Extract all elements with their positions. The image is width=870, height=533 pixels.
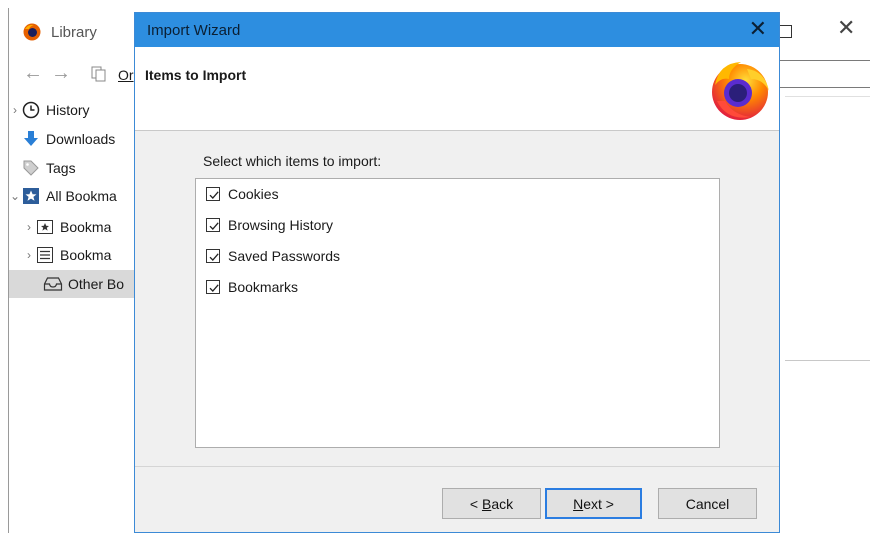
checkmark-icon [209, 191, 219, 199]
sidebar-item-5[interactable]: › Bookma [9, 241, 135, 269]
dialog-header: Items to Import [135, 47, 779, 131]
checkbox[interactable] [206, 249, 220, 263]
next-button[interactable]: Next > [545, 488, 642, 519]
divider [785, 96, 870, 97]
checkmark-icon [209, 284, 219, 292]
library-search-input[interactable] [779, 60, 870, 88]
sidebar-item-4[interactable]: › Bookma [9, 213, 135, 241]
tag-icon [21, 159, 41, 177]
footer-divider [135, 466, 779, 467]
library-close-icon[interactable]: ✕ [837, 16, 855, 41]
sidebar-item-3[interactable]: ⌄ All Bookma [9, 182, 135, 210]
checkbox[interactable] [206, 280, 220, 294]
import-items-list: Cookies Browsing History Saved Passwords Bo… [195, 178, 720, 448]
cancel-button[interactable]: Cancel [658, 488, 757, 519]
dialog-title: Import Wizard [147, 22, 241, 39]
checkmark-icon [209, 253, 219, 261]
back-button[interactable]: < Back [442, 488, 541, 519]
organize-icon [91, 66, 106, 82]
back-button-prefix: < [469, 495, 482, 512]
import-item[interactable]: Bookmarks [206, 276, 298, 298]
import-item[interactable]: Cookies [206, 183, 279, 205]
firefox-logo-icon [23, 23, 41, 41]
bookmarks-star-icon [21, 187, 41, 205]
firefox-logo-icon [712, 62, 769, 120]
import-item-label: Cookies [228, 186, 279, 202]
chevron-right-icon[interactable]: › [23, 248, 35, 262]
chevron-right-icon[interactable]: › [9, 103, 21, 117]
download-arrow-icon [21, 130, 41, 148]
import-item[interactable]: Browsing History [206, 214, 333, 236]
import-item-label: Browsing History [228, 217, 334, 233]
import-item[interactable]: Saved Passwords [206, 245, 340, 267]
sidebar-item-label: Tags [46, 160, 76, 176]
sidebar-item-label: Other Bo [68, 276, 125, 292]
sidebar-item-2[interactable]: Tags [9, 154, 135, 182]
sidebar-item-1[interactable]: Downloads [9, 125, 135, 153]
bookmark-menu-icon [35, 246, 55, 264]
chevron-right-icon[interactable]: › [23, 220, 35, 234]
next-button-accel: N [573, 495, 584, 512]
bookmark-toolbar-icon [35, 218, 55, 236]
back-button-accel: B [481, 495, 492, 512]
sidebar-item-label: Bookma [60, 247, 112, 263]
dialog-close-icon[interactable]: ✕ [749, 17, 767, 42]
import-item-label: Bookmarks [228, 279, 299, 295]
sidebar-item-label: Downloads [46, 131, 116, 147]
chevron-down-icon[interactable]: ⌄ [9, 189, 21, 203]
maximize-icon[interactable] [779, 25, 792, 38]
organize-menu[interactable]: Or [118, 67, 134, 83]
clock-icon [21, 101, 41, 119]
back-button-rest: ack [491, 495, 514, 512]
back-arrow-icon[interactable]: ← [23, 62, 43, 85]
divider [785, 360, 870, 361]
next-button-rest: ext > [583, 495, 614, 512]
dialog-titlebar: Import Wizard ✕ [135, 13, 779, 47]
sidebar-item-6[interactable]: Other Bo [9, 270, 135, 298]
checkbox[interactable] [206, 218, 220, 232]
sidebar-item-label: History [46, 102, 90, 118]
sidebar-item-0[interactable]: › History [9, 96, 135, 124]
import-wizard-dialog: Import Wizard ✕ Items to Import Select w… [134, 12, 780, 533]
instruction-label: Select which items to import: [203, 153, 382, 169]
checkmark-icon [209, 222, 219, 230]
page-heading: Items to Import [145, 67, 247, 83]
forward-arrow-icon[interactable]: → [51, 62, 71, 85]
checkbox[interactable] [206, 187, 220, 201]
sidebar-item-label: Bookma [60, 219, 112, 235]
other-bookmarks-tray-icon [43, 275, 63, 293]
sidebar-item-label: All Bookma [46, 188, 117, 204]
import-item-label: Saved Passwords [228, 248, 341, 264]
library-title: Library [51, 24, 97, 41]
